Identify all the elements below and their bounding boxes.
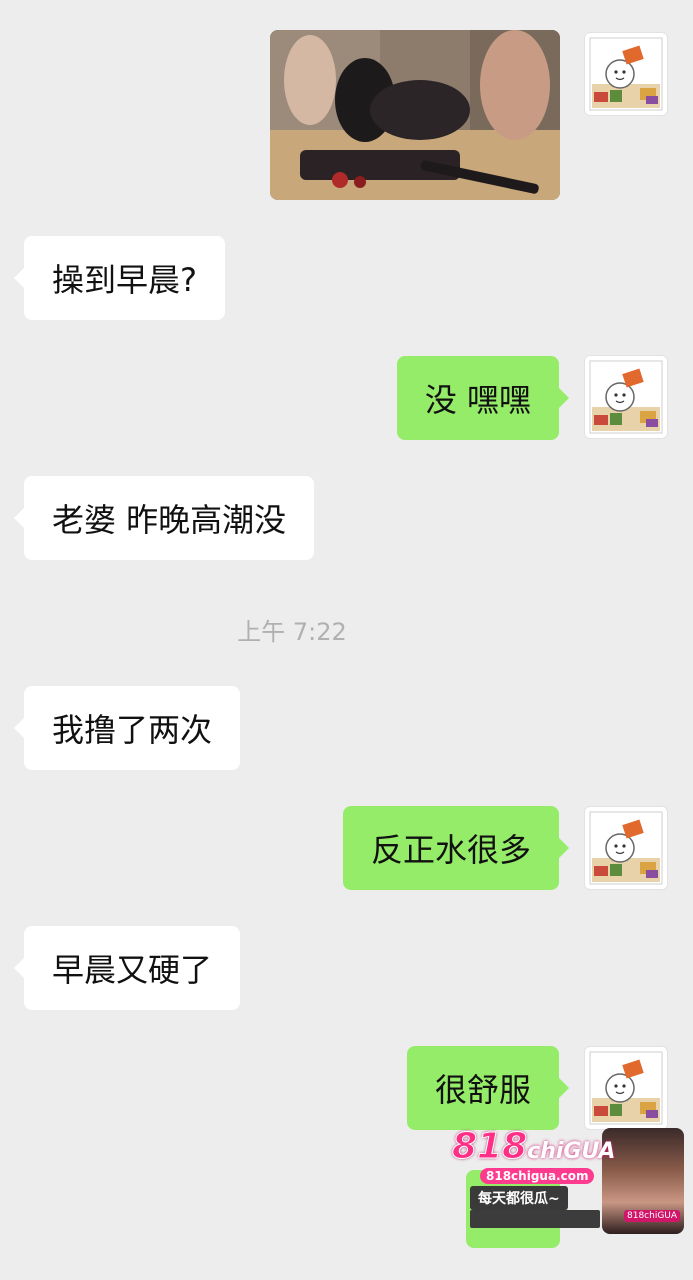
- watermark-tag: 818chiGUA: [624, 1210, 681, 1222]
- message-text: 很舒服: [434, 1071, 531, 1109]
- cartoon-avatar-icon: [589, 1051, 663, 1125]
- sender-avatar[interactable]: [584, 1046, 668, 1130]
- site-watermark: 818chiGUA 818chigua.com 每天都很瓜~ 818chiGUA: [451, 1126, 684, 1236]
- message-text: 没 嘿嘿: [424, 381, 531, 419]
- cartoon-avatar-icon: [589, 37, 663, 111]
- message-text: 我撸了两次: [52, 711, 213, 749]
- message-bubble-outgoing[interactable]: 反正水很多: [342, 806, 570, 890]
- chat-window: 操到早晨? 没 嘿嘿 老婆 昨晚高潮没 上午 7:22 我撸了两次 反正水很多: [0, 0, 693, 1280]
- cartoon-avatar-icon: [589, 811, 663, 885]
- watermark-logo-number: 818: [451, 1126, 528, 1168]
- cartoon-avatar-icon: [589, 360, 663, 434]
- message-bubble-outgoing[interactable]: 很舒服: [406, 1046, 570, 1130]
- message-text: 早晨又硬了: [52, 951, 213, 989]
- watermark-url: 818chigua.com: [480, 1168, 595, 1184]
- watermark-logo-word: chiGUA: [527, 1139, 616, 1164]
- message-image[interactable]: [270, 30, 560, 200]
- message-bubble-incoming[interactable]: 老婆 昨晚高潮没: [13, 476, 315, 560]
- message-text: 老婆 昨晚高潮没: [52, 501, 287, 539]
- photo-content: [270, 30, 560, 200]
- watermark-strip: [470, 1210, 600, 1228]
- sender-avatar[interactable]: [584, 806, 668, 890]
- sender-avatar[interactable]: [584, 32, 668, 116]
- watermark-logo: 818chiGUA: [451, 1126, 616, 1168]
- message-bubble-outgoing[interactable]: 没 嘿嘿: [396, 356, 570, 440]
- timestamp: 上午 7:22: [237, 618, 347, 646]
- sender-avatar[interactable]: [584, 355, 668, 439]
- message-text: 操到早晨?: [52, 261, 197, 299]
- message-text: 反正水很多: [370, 831, 531, 869]
- watermark-slogan: 每天都很瓜~: [470, 1186, 568, 1210]
- message-bubble-incoming[interactable]: 早晨又硬了: [13, 926, 241, 1010]
- message-bubble-incoming[interactable]: 操到早晨?: [14, 236, 225, 320]
- message-bubble-incoming[interactable]: 我撸了两次: [13, 686, 241, 770]
